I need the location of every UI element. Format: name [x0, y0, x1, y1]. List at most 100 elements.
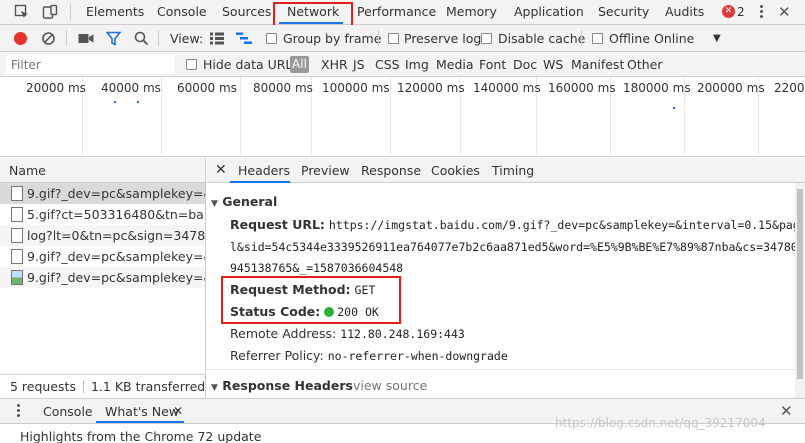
- chevron-down-icon[interactable]: ▼: [713, 25, 721, 52]
- request-row[interactable]: 9.gif?_dev=pc&samplekey=&i...: [0, 246, 205, 267]
- response-headers-title: Response Headers: [222, 378, 353, 393]
- tab-response[interactable]: Response: [361, 158, 421, 183]
- request-row[interactable]: 5.gif?ct=503316480&tn=baidu...: [0, 204, 205, 225]
- tick-label: 180000 ms: [623, 81, 691, 95]
- hide-data-urls-checkbox[interactable]: [186, 59, 197, 70]
- toolbar-divider: [158, 30, 159, 46]
- inspect-element-icon[interactable]: [14, 4, 30, 20]
- drawer-tab-whats-new[interactable]: What's New: [105, 399, 179, 423]
- request-url-key: Request URL:: [230, 217, 325, 232]
- filter-type-ws[interactable]: WS: [543, 52, 563, 77]
- filter-icon[interactable]: [106, 31, 121, 46]
- view-source-link[interactable]: view source: [353, 378, 427, 393]
- scrollbar-thumb[interactable]: [797, 189, 803, 379]
- close-whats-new-icon[interactable]: ✕: [173, 399, 183, 423]
- network-tab-highlight-box: [273, 2, 353, 27]
- large-rows-icon[interactable]: [210, 32, 224, 45]
- tab-security[interactable]: Security: [598, 0, 649, 25]
- filter-bar: Hide data URLs All XHR JS CSS Img Media …: [0, 52, 805, 77]
- request-name: 9.gif?_dev=pc&samplekey=&i...: [27, 249, 205, 264]
- triangle-down-icon: ▼: [211, 383, 218, 393]
- device-toolbar-icon[interactable]: [42, 4, 58, 20]
- tab-preview[interactable]: Preview: [301, 158, 350, 183]
- error-icon[interactable]: ✕: [722, 5, 735, 18]
- detail-scrollbar[interactable]: [795, 183, 805, 398]
- offline-checkbox[interactable]: [592, 33, 603, 44]
- request-row[interactable]: log?lt=0&tn=pc&sign=34780...: [0, 225, 205, 246]
- drawer-menu-icon[interactable]: [17, 404, 21, 418]
- request-row[interactable]: 9.gif?_dev=pc&samplekey=&i...: [0, 267, 205, 288]
- tab-elements[interactable]: Elements: [86, 0, 144, 25]
- group-by-frame-checkbox[interactable]: [266, 33, 277, 44]
- preserve-log-checkbox[interactable]: [388, 33, 399, 44]
- throttling-select[interactable]: Online: [654, 25, 694, 52]
- preserve-log-label[interactable]: Preserve log: [404, 25, 481, 52]
- more-options-icon[interactable]: [760, 5, 764, 19]
- filter-type-media[interactable]: Media: [436, 52, 474, 77]
- filter-type-css[interactable]: CSS: [375, 52, 400, 77]
- hide-data-urls-label[interactable]: Hide data URLs: [203, 52, 299, 77]
- request-name: 5.gif?ct=503316480&tn=baidu...: [27, 207, 205, 222]
- request-row[interactable]: 9.gif?_dev=pc&samplekey=&i...: [0, 183, 205, 204]
- tab-memory[interactable]: Memory: [446, 0, 497, 25]
- tab-timing[interactable]: Timing: [492, 158, 534, 183]
- search-icon[interactable]: [134, 31, 149, 46]
- tick-label: 22000: [774, 81, 805, 95]
- filter-type-font[interactable]: Font: [479, 52, 506, 77]
- overview-timeline[interactable]: 20000 ms 40000 ms 60000 ms 80000 ms 1000…: [0, 77, 805, 157]
- general-title: General: [222, 194, 278, 209]
- tab-console[interactable]: Console: [157, 0, 207, 25]
- filter-input[interactable]: [6, 55, 174, 74]
- general-section-header[interactable]: ▼ General: [211, 194, 277, 209]
- image-file-icon: [11, 270, 23, 285]
- file-icon: [11, 228, 23, 243]
- referrer-policy-value: no-referrer-when-downgrade: [327, 349, 508, 363]
- watermark: https://blog.csdn.net/qq_39217004: [555, 416, 766, 430]
- waterfall-icon[interactable]: [236, 32, 252, 45]
- toolbar-divider: [70, 4, 71, 20]
- tab-performance[interactable]: Performance: [357, 0, 436, 25]
- toolbar-divider: [66, 30, 67, 46]
- tab-application[interactable]: Application: [514, 0, 584, 25]
- filter-type-manifest[interactable]: Manifest: [571, 52, 624, 77]
- group-by-frame-label[interactable]: Group by frame: [283, 25, 381, 52]
- view-label: View:: [170, 31, 204, 46]
- close-drawer-icon[interactable]: ✕: [780, 399, 793, 423]
- error-count[interactable]: 2: [737, 0, 745, 24]
- network-toolbar: View: Group by frame Preserve log Disabl…: [0, 25, 805, 52]
- name-column-header[interactable]: Name: [0, 158, 205, 183]
- response-headers-section-header[interactable]: ▼ Response Headers: [211, 378, 353, 393]
- record-icon[interactable]: [13, 31, 28, 46]
- filter-type-doc[interactable]: Doc: [513, 52, 537, 77]
- tab-headers-underline: [230, 181, 290, 183]
- tab-audits[interactable]: Audits: [665, 0, 704, 25]
- disable-cache-checkbox[interactable]: [481, 33, 492, 44]
- filter-type-xhr[interactable]: XHR: [321, 52, 348, 77]
- referrer-policy-key: Referrer Policy:: [230, 348, 324, 363]
- tick-label: 20000 ms: [26, 81, 86, 95]
- tick-label: 100000 ms: [322, 81, 390, 95]
- request-name: 9.gif?_dev=pc&samplekey=&i...: [27, 186, 205, 201]
- close-detail-icon[interactable]: ✕: [215, 158, 227, 183]
- drawer-tab-console[interactable]: Console: [43, 399, 93, 423]
- clear-icon[interactable]: [41, 31, 56, 46]
- remote-address-key: Remote Address:: [230, 326, 337, 341]
- tab-headers[interactable]: Headers: [238, 158, 290, 183]
- filter-type-other[interactable]: Other: [627, 52, 663, 77]
- toolbar-divider: [581, 30, 582, 46]
- close-devtools-icon[interactable]: ✕: [778, 1, 791, 23]
- request-mark: [114, 101, 116, 103]
- tab-sources[interactable]: Sources: [222, 0, 271, 25]
- tick-label: 60000 ms: [177, 81, 237, 95]
- filter-all-button[interactable]: All: [290, 56, 309, 73]
- referrer-policy-row: Referrer Policy: no-referrer-when-downgr…: [230, 348, 508, 363]
- offline-label[interactable]: Offline: [609, 25, 650, 52]
- network-summary: 5 requests 1.1 KB transferred: [0, 374, 206, 398]
- tab-cookies[interactable]: Cookies: [431, 158, 480, 183]
- capture-screenshots-icon[interactable]: [78, 32, 94, 45]
- disable-cache-label[interactable]: Disable cache: [498, 25, 585, 52]
- triangle-down-icon: ▼: [211, 199, 218, 209]
- filter-type-js[interactable]: JS: [353, 52, 365, 77]
- request-list: Name 9.gif?_dev=pc&samplekey=&i... 5.gif…: [0, 158, 206, 398]
- filter-type-img[interactable]: Img: [405, 52, 429, 77]
